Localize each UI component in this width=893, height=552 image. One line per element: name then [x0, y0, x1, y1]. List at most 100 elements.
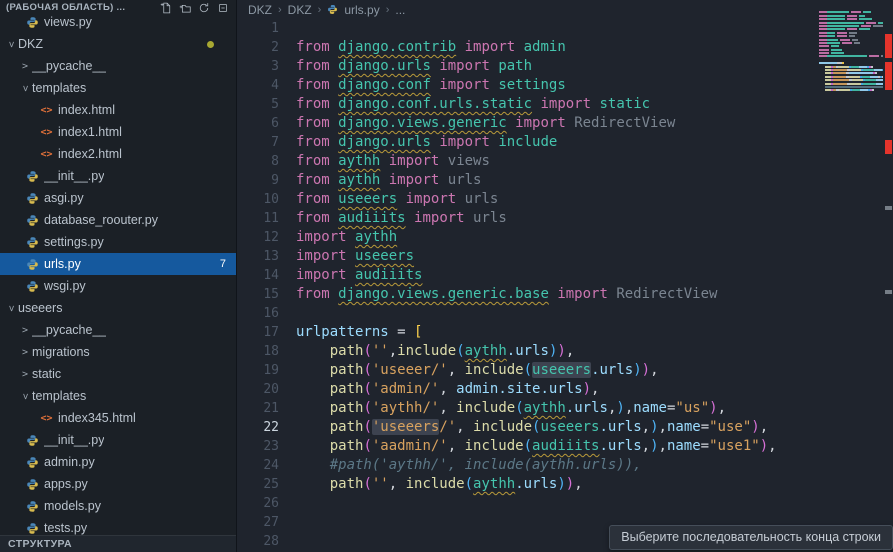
tree-item-static[interactable]: >static [0, 363, 236, 385]
code-area[interactable]: 12from django.contrib import admin3from … [237, 19, 893, 552]
line-number[interactable]: 1 [237, 19, 279, 38]
code-line[interactable]: 1 [237, 19, 893, 38]
code-line[interactable]: 17urlpatterns = [ [237, 323, 893, 342]
line-number[interactable]: 16 [237, 304, 279, 323]
tree-item-urls-py[interactable]: urls.py7 [0, 253, 236, 275]
code-line[interactable]: 24 #path('aythh/', include(aythh.urls)), [237, 456, 893, 475]
refresh-icon[interactable] [194, 0, 213, 15]
tree-item-wsgi-py[interactable]: wsgi.py [0, 275, 236, 297]
code-line[interactable]: 22 path('useeers/', include(useeers.urls… [237, 418, 893, 437]
code-line[interactable]: 8from aythh import views [237, 152, 893, 171]
line-number[interactable]: 17 [237, 323, 279, 342]
code-line[interactable]: 10from useeers import urls [237, 190, 893, 209]
tree-item-settings-py[interactable]: settings.py [0, 231, 236, 253]
chevron-down-icon[interactable]: > [20, 389, 31, 403]
breadcrumb-item[interactable]: ... [395, 3, 405, 17]
line-number[interactable]: 18 [237, 342, 279, 361]
tree-item-init-py[interactable]: __init__.py [0, 165, 236, 187]
outline-section-header[interactable]: СТРУКТУРА [0, 535, 236, 552]
line-number[interactable]: 14 [237, 266, 279, 285]
chevron-right-icon[interactable]: > [18, 347, 32, 358]
line-number[interactable]: 3 [237, 57, 279, 76]
breadcrumb[interactable]: DKZ›DKZ›urls.py›... [237, 0, 893, 19]
code-line[interactable]: 3from django.urls import path [237, 57, 893, 76]
problems-badge: 7 [220, 258, 226, 270]
line-number[interactable]: 25 [237, 475, 279, 494]
code-line[interactable]: 5from django.conf.urls.static import sta… [237, 95, 893, 114]
tree-item-pycache[interactable]: >__pycache__ [0, 319, 236, 341]
new-folder-icon[interactable] [175, 0, 194, 15]
line-number[interactable]: 19 [237, 361, 279, 380]
line-number[interactable]: 21 [237, 399, 279, 418]
line-number[interactable]: 4 [237, 76, 279, 95]
code-text: from django.urls import include [279, 133, 557, 152]
code-line[interactable]: 19 path('useeer/', include(useeers.urls)… [237, 361, 893, 380]
code-line[interactable]: 14import audiiits [237, 266, 893, 285]
line-number[interactable]: 13 [237, 247, 279, 266]
chevron-right-icon[interactable]: > [18, 369, 32, 380]
tree-item-models-py[interactable]: models.py [0, 495, 236, 517]
code-line[interactable]: 20 path('admin/', admin.site.urls), [237, 380, 893, 399]
tree-item-index1-html[interactable]: <>index1.html [0, 121, 236, 143]
chevron-down-icon[interactable]: > [6, 301, 17, 315]
tree-item-init-py[interactable]: __init__.py [0, 429, 236, 451]
new-file-icon[interactable] [156, 0, 175, 15]
breadcrumb-item[interactable]: DKZ [248, 3, 272, 17]
code-line[interactable]: 18 path('',include(aythh.urls)), [237, 342, 893, 361]
tree-item-apps-py[interactable]: apps.py [0, 473, 236, 495]
code-line[interactable]: 12import aythh [237, 228, 893, 247]
line-number[interactable]: 12 [237, 228, 279, 247]
tree-item-database-roouter-py[interactable]: database_roouter.py [0, 209, 236, 231]
line-number[interactable]: 26 [237, 494, 279, 513]
breadcrumb-item[interactable]: DKZ [288, 3, 312, 17]
code-line[interactable]: 16 [237, 304, 893, 323]
line-number[interactable]: 11 [237, 209, 279, 228]
line-number[interactable]: 28 [237, 532, 279, 551]
tree-item-label: settings.py [44, 235, 104, 249]
line-number[interactable]: 6 [237, 114, 279, 133]
breadcrumb-item[interactable]: urls.py [344, 3, 379, 17]
chevron-down-icon[interactable]: > [20, 81, 31, 95]
chevron-right-icon[interactable]: > [18, 325, 32, 336]
line-number[interactable]: 24 [237, 456, 279, 475]
code-line[interactable]: 2from django.contrib import admin [237, 38, 893, 57]
code-line[interactable]: 25 path('', include(aythh.urls)), [237, 475, 893, 494]
tree-item-index-html[interactable]: <>index.html [0, 99, 236, 121]
code-line[interactable]: 23 path('aadmin/', include(audiiits.urls… [237, 437, 893, 456]
line-number[interactable]: 9 [237, 171, 279, 190]
chevron-down-icon[interactable]: > [6, 37, 17, 51]
code-line[interactable]: 15from django.views.generic.base import … [237, 285, 893, 304]
tree-item-asgi-py[interactable]: asgi.py [0, 187, 236, 209]
line-number[interactable]: 10 [237, 190, 279, 209]
code-line[interactable]: 26 [237, 494, 893, 513]
code-line[interactable]: 9from aythh import urls [237, 171, 893, 190]
code-line[interactable]: 6from django.views.generic import Redire… [237, 114, 893, 133]
minimap[interactable] [819, 8, 883, 120]
line-number[interactable]: 15 [237, 285, 279, 304]
line-number[interactable]: 22 [237, 418, 279, 437]
tree-item-useeers[interactable]: >useeers [0, 297, 236, 319]
line-number[interactable]: 8 [237, 152, 279, 171]
line-number[interactable]: 5 [237, 95, 279, 114]
tree-item-index345-html[interactable]: <>index345.html [0, 407, 236, 429]
html-file-icon: <> [40, 104, 53, 117]
code-line[interactable]: 4from django.conf import settings [237, 76, 893, 95]
code-line[interactable]: 7from django.urls import include [237, 133, 893, 152]
line-number[interactable]: 23 [237, 437, 279, 456]
tree-item-index2-html[interactable]: <>index2.html [0, 143, 236, 165]
tree-item-migrations[interactable]: >migrations [0, 341, 236, 363]
line-number[interactable]: 2 [237, 38, 279, 57]
tree-item-pycache[interactable]: >__pycache__ [0, 55, 236, 77]
line-number[interactable]: 20 [237, 380, 279, 399]
tree-item-templates[interactable]: >templates [0, 385, 236, 407]
code-line[interactable]: 21 path('aythh/', include(aythh.urls,),n… [237, 399, 893, 418]
line-number[interactable]: 27 [237, 513, 279, 532]
code-line[interactable]: 13import useeers [237, 247, 893, 266]
tree-item-admin-py[interactable]: admin.py [0, 451, 236, 473]
chevron-right-icon[interactable]: > [18, 61, 32, 72]
tree-item-dkz[interactable]: >DKZ [0, 33, 236, 55]
line-number[interactable]: 7 [237, 133, 279, 152]
collapse-all-icon[interactable] [213, 0, 232, 15]
tree-item-templates[interactable]: >templates [0, 77, 236, 99]
code-line[interactable]: 11from audiiits import urls [237, 209, 893, 228]
